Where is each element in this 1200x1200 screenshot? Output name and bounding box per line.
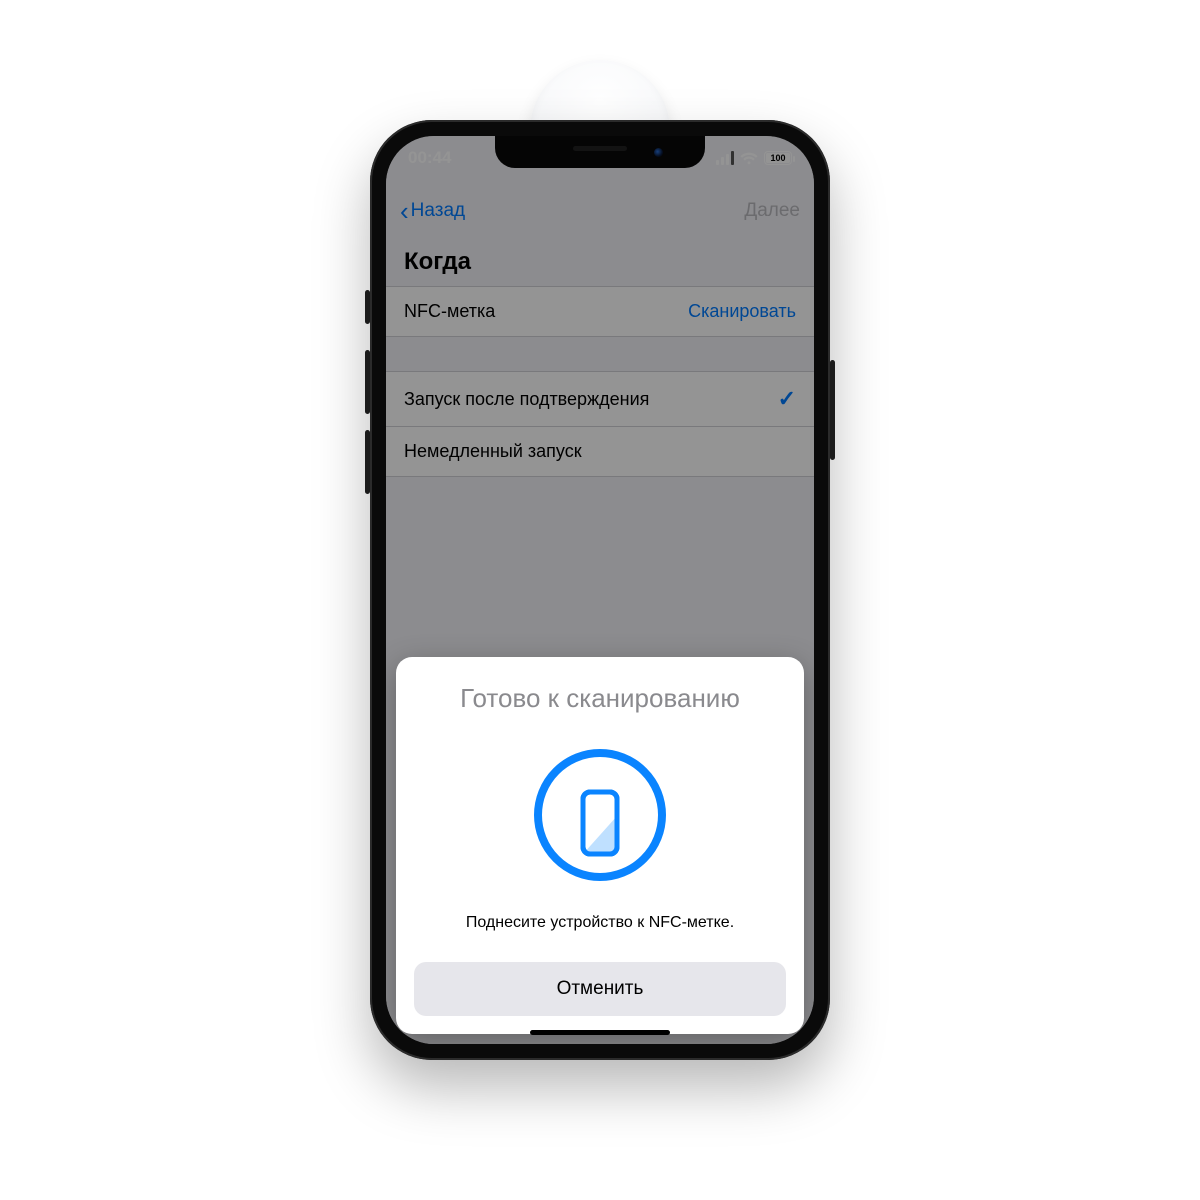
cancel-button[interactable]: Отменить (414, 962, 786, 1016)
home-indicator[interactable] (530, 1030, 670, 1035)
screen: 00:44 100 ‹ Назад Далее (386, 136, 814, 1044)
sheet-subtitle: Поднесите устройство к NFC-метке. (414, 914, 786, 932)
volume-up-button (365, 350, 370, 414)
mute-switch (365, 290, 370, 324)
volume-down-button (365, 430, 370, 494)
power-button (830, 360, 835, 460)
sheet-title: Готово к сканированию (414, 683, 786, 714)
nfc-scan-sheet: Готово к сканированию Поднесите устройст… (396, 657, 804, 1034)
phone-frame: 00:44 100 ‹ Назад Далее (370, 120, 830, 1060)
nfc-scan-icon (525, 740, 675, 890)
